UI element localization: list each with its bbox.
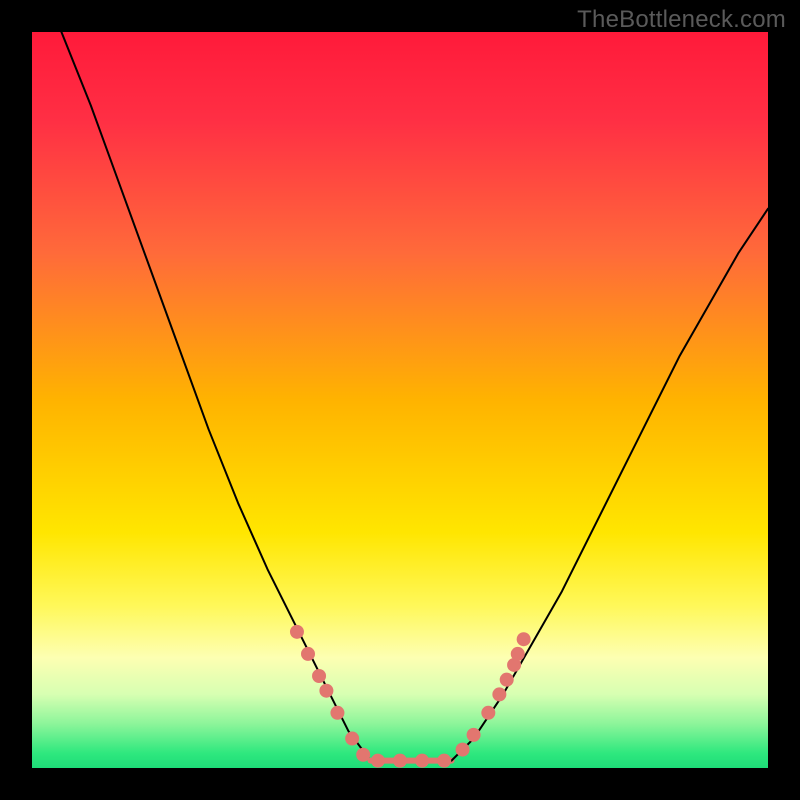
chart-frame: TheBottleneck.com	[0, 0, 800, 800]
plot-area	[32, 32, 768, 768]
chart-svg	[32, 32, 768, 768]
watermark-label: TheBottleneck.com	[577, 6, 786, 34]
